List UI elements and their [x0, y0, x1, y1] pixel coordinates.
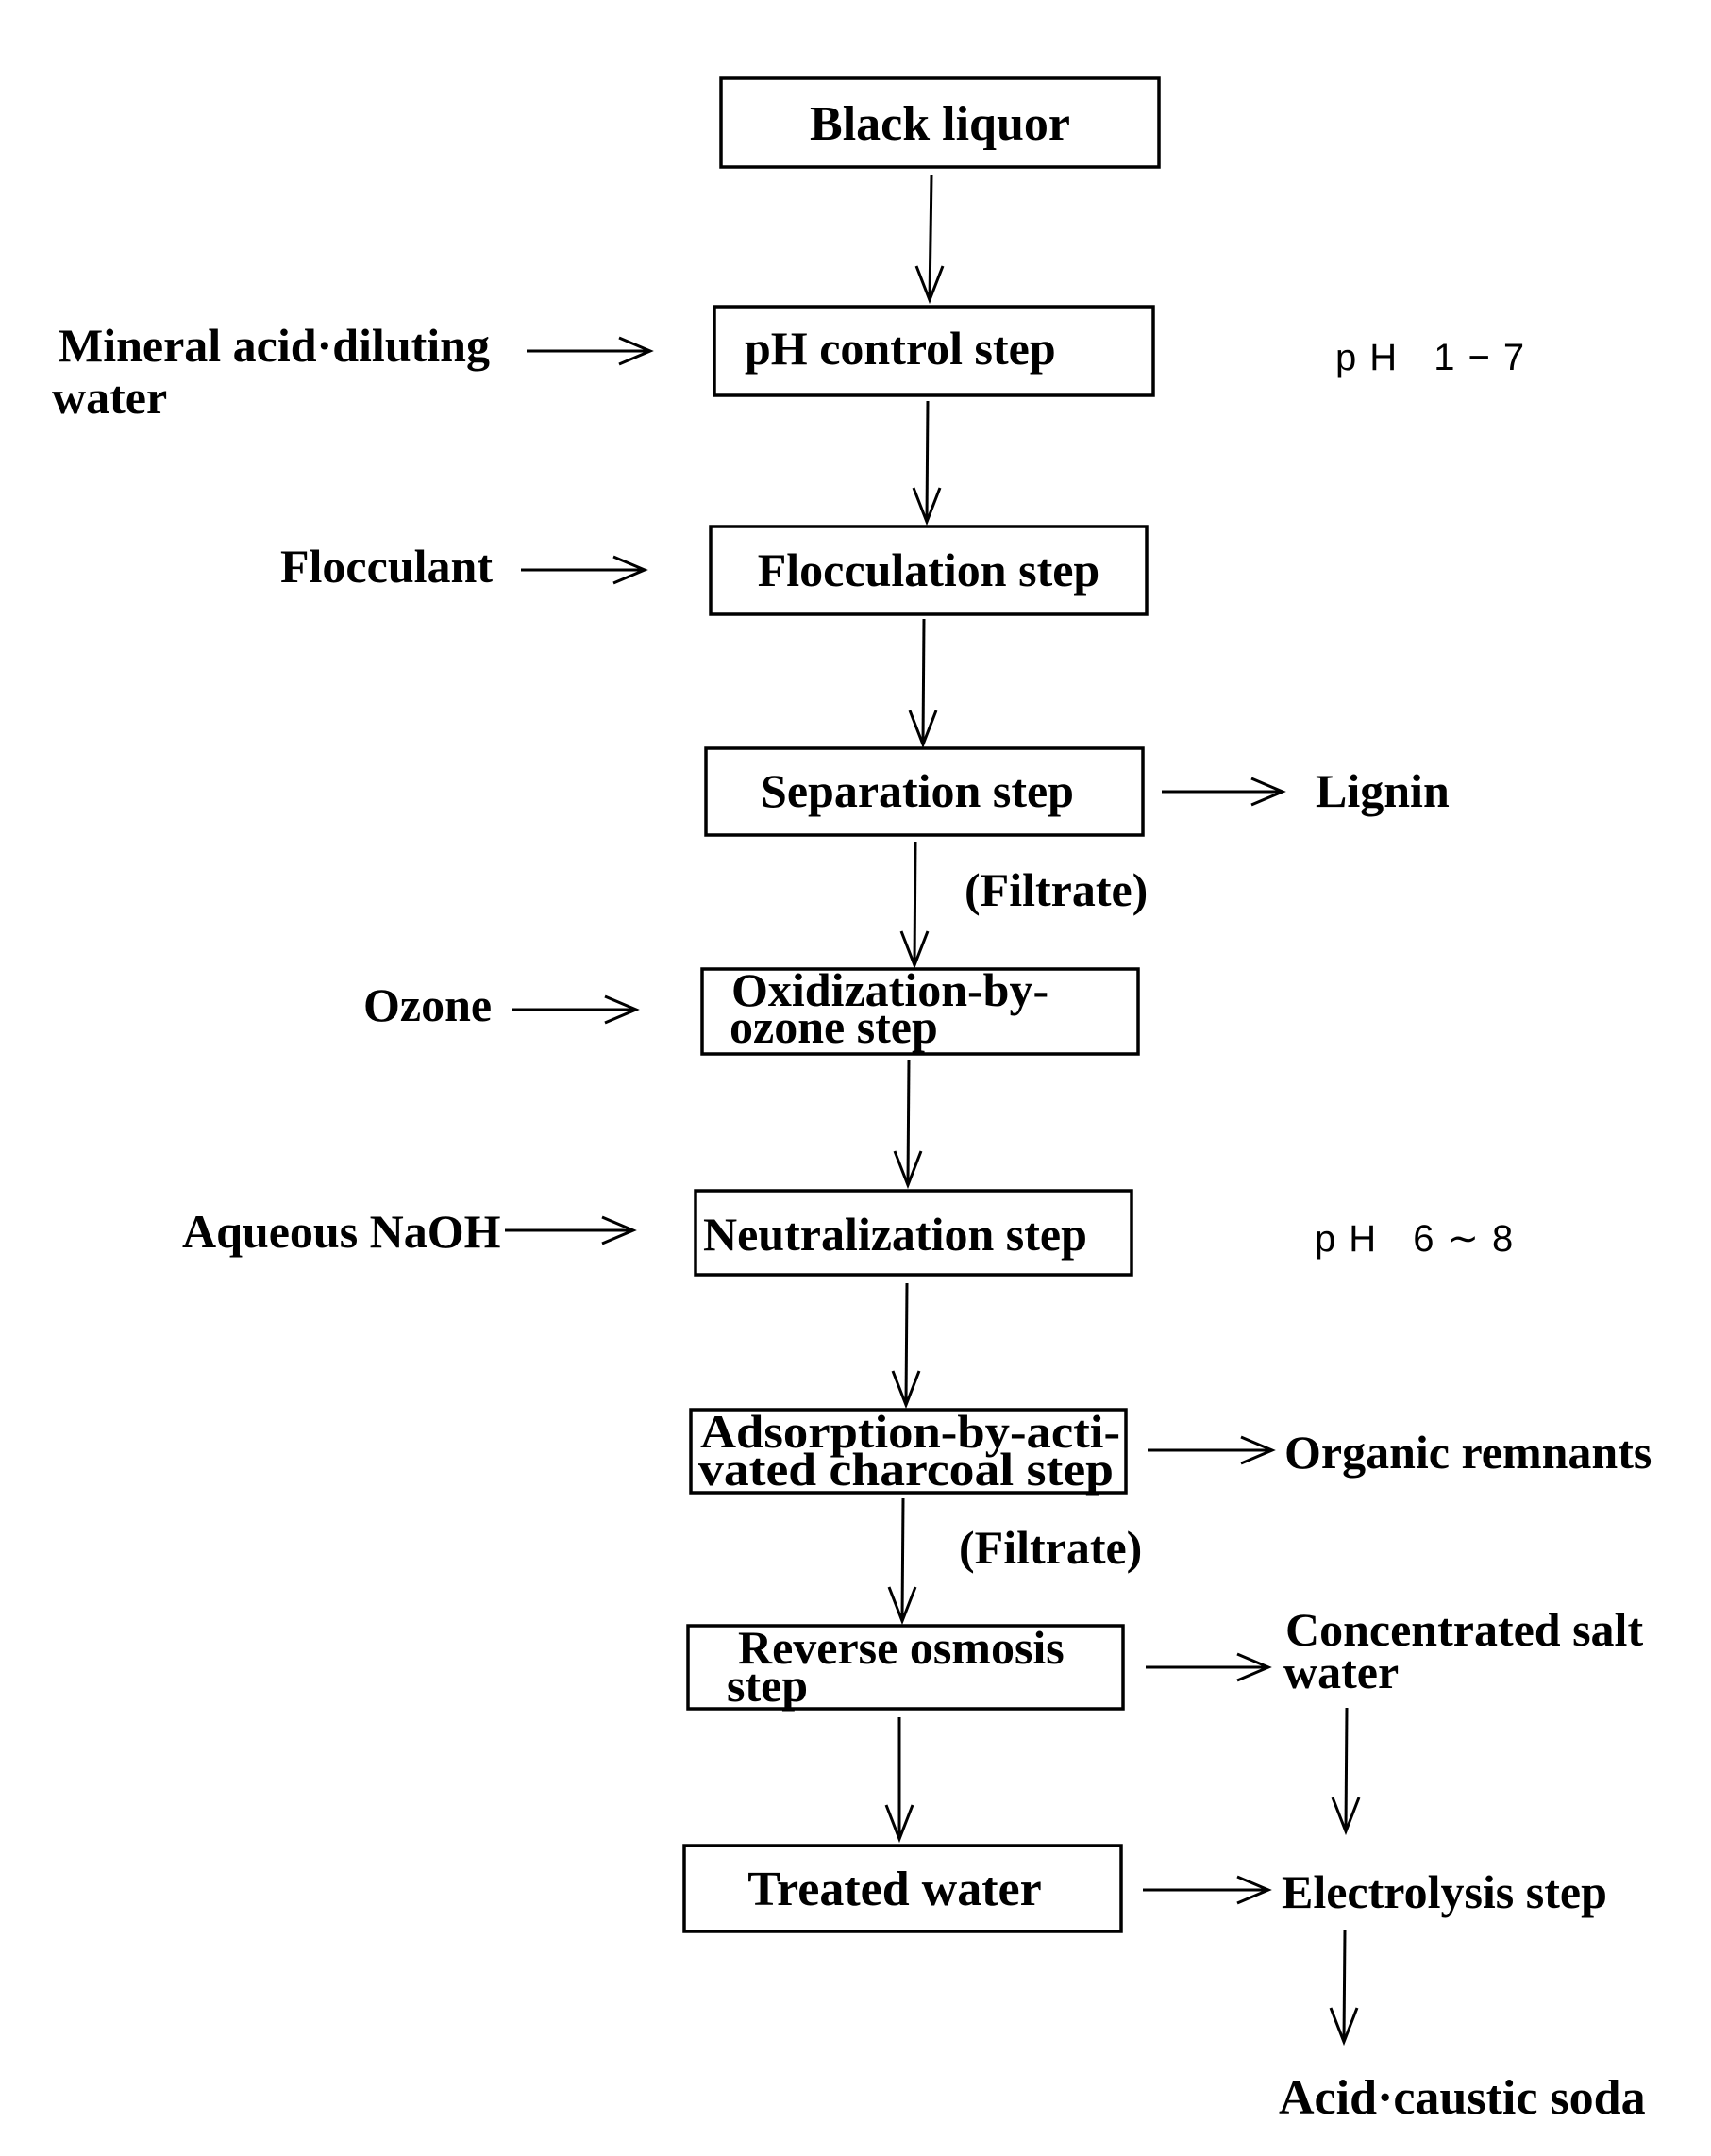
input-mineral-acid-label-line1: Mineral acid·diluting	[59, 319, 490, 372]
output-organic-remnants: Organic remnants	[1148, 1426, 1652, 1479]
input-flocculant-label: Flocculant	[280, 540, 493, 593]
output-organic-remnants-label: Organic remnants	[1284, 1426, 1652, 1479]
output-concentrated-salt-water: Concentrated salt water	[1146, 1603, 1643, 1698]
arrow-ph-to-flocculation	[912, 400, 942, 526]
input-ozone-label: Ozone	[363, 978, 492, 1031]
arrow-separation-to-oxidization	[899, 841, 930, 970]
step-oxidization-label-line2: ozone step	[730, 1000, 938, 1053]
step-adsorption-activated-charcoal: Adsorption-by-acti- vated charcoal step	[689, 1405, 1128, 1496]
input-naoh-label: Aqueous NaOH	[182, 1205, 501, 1258]
annotation-ph-range-2: pH 6∼8	[1315, 1218, 1526, 1260]
step-flocculation-label: Flocculation step	[758, 543, 1099, 596]
arrow-neutralization-to-adsorption	[891, 1282, 921, 1410]
arrow-salt-water-to-electrolysis	[1331, 1707, 1361, 1836]
step-flocculation: Flocculation step	[709, 525, 1149, 616]
arrow-reverse-osmosis-to-treated-water	[884, 1717, 914, 1844]
step-reverse-osmosis: Reverse osmosis step	[686, 1621, 1125, 1712]
step-reverse-osmosis-label-line2: step	[727, 1659, 808, 1712]
arrow-oxidization-to-neutralization	[893, 1059, 923, 1190]
input-aqueous-naoh: Aqueous NaOH	[182, 1205, 637, 1258]
output-acid-caustic-label: Acid·caustic soda	[1279, 2071, 1646, 2125]
arrow-adsorption-to-reverse-osmosis	[887, 1497, 917, 1626]
input-flocculant: Flocculant	[280, 540, 648, 593]
annotation-ph-range-1: pH 1−7	[1335, 337, 1537, 378]
output-acid-caustic-soda: Acid·caustic soda	[1279, 2071, 1646, 2125]
output-salt-water-label-line2: water	[1283, 1646, 1399, 1698]
output-electrolysis-label: Electrolysis step	[1282, 1865, 1607, 1918]
input-ozone: Ozone	[363, 978, 640, 1031]
step-oxidization-by-ozone: Oxidization-by- ozone step	[700, 963, 1140, 1056]
step-adsorption-label-line2: vated charcoal step	[698, 1443, 1114, 1496]
process-flowchart: Black liquor pH control step Flocculatio…	[52, 76, 1652, 2125]
output-lignin: Lignin	[1162, 764, 1450, 817]
output-electrolysis: Electrolysis step	[1143, 1865, 1607, 1918]
annotation-filtrate-1: (Filtrate)	[965, 863, 1148, 916]
arrow-electrolysis-to-acid-caustic	[1329, 1930, 1359, 2047]
step-ph-control: pH control step	[713, 305, 1155, 397]
step-neutralization: Neutralization step	[694, 1189, 1133, 1277]
step-separation: Separation step	[704, 746, 1145, 837]
input-mineral-acid: Mineral acid·diluting water	[52, 319, 654, 424]
input-mineral-acid-label-line2: water	[52, 371, 167, 424]
step-ph-control-label: pH control step	[745, 322, 1056, 375]
step-black-liquor-label: Black liquor	[810, 97, 1070, 151]
step-treated-water-label: Treated water	[747, 1863, 1041, 1916]
step-black-liquor: Black liquor	[719, 76, 1161, 169]
arrow-flocculation-to-separation	[908, 618, 938, 749]
step-treated-water: Treated water	[682, 1844, 1123, 1933]
step-neutralization-label: Neutralization step	[703, 1208, 1087, 1261]
output-lignin-label: Lignin	[1316, 764, 1450, 817]
step-separation-label: Separation step	[761, 764, 1074, 817]
arrow-black-liquor-to-ph	[914, 175, 945, 305]
annotation-filtrate-2: (Filtrate)	[959, 1521, 1142, 1574]
